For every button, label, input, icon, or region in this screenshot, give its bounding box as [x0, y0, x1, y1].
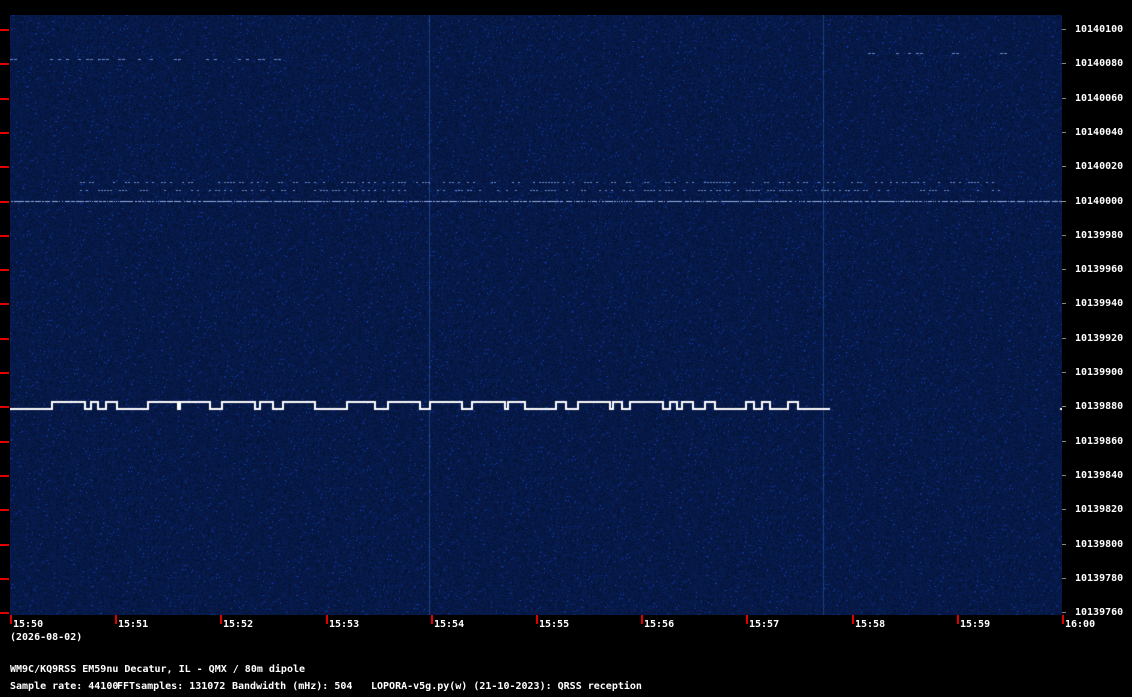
y-tick-label: 10139800: [1075, 539, 1124, 550]
x-tick-label: 15:58: [855, 619, 886, 630]
waterfall-spectrogram: [10, 15, 1062, 615]
y-tick-mark: [0, 406, 9, 408]
y-tick-mark: [0, 63, 9, 65]
y-tick-mark-right: [1062, 372, 1066, 373]
x-tick-label: 15:53: [329, 619, 360, 630]
y-tick-label: 10139880: [1075, 401, 1124, 412]
y-tick-mark-right: [1062, 235, 1066, 236]
y-tick-label: 10140040: [1075, 127, 1124, 138]
y-tick-mark: [0, 303, 9, 305]
x-tick-label: 15:52: [223, 619, 254, 630]
y-tick-label: 10139960: [1075, 264, 1124, 275]
y-tick-mark-right: [1062, 475, 1066, 476]
y-tick-mark: [0, 372, 9, 374]
y-tick-label: 10140080: [1075, 58, 1124, 69]
x-tick-label: 15:50: [13, 619, 44, 630]
y-tick-label: 10140000: [1075, 196, 1124, 207]
y-tick-label: 10139760: [1075, 607, 1124, 618]
x-tick-label: 15:55: [539, 619, 570, 630]
x-tick-mark: [1062, 615, 1064, 624]
x-tick-mark: [10, 615, 12, 624]
x-tick-mark: [641, 615, 643, 624]
y-tick-mark-right: [1062, 509, 1066, 510]
y-tick-mark-right: [1062, 441, 1066, 442]
y-tick-mark-right: [1062, 303, 1066, 304]
x-tick-mark: [957, 615, 959, 624]
y-tick-mark: [0, 235, 9, 237]
y-tick-mark-right: [1062, 98, 1066, 99]
y-tick-mark-right: [1062, 406, 1066, 407]
x-tick-label: 15:59: [960, 619, 991, 630]
y-tick-label: 10139820: [1075, 504, 1124, 515]
y-tick-label: 10139860: [1075, 436, 1124, 447]
y-tick-label: 10140020: [1075, 161, 1124, 172]
x-tick-label: 16:00: [1065, 619, 1096, 630]
x-tick-mark: [431, 615, 433, 624]
y-tick-label: 10139980: [1075, 230, 1124, 241]
y-tick-mark: [0, 509, 9, 511]
y-tick-mark: [0, 29, 9, 31]
station-info: WM9C/KQ9RSS EM59nu Decatur, IL - QMX / 8…: [10, 664, 306, 675]
x-tick-mark: [115, 615, 117, 624]
x-tick-mark: [852, 615, 854, 624]
y-tick-mark: [0, 544, 9, 546]
y-tick-mark: [0, 578, 9, 580]
y-tick-mark-right: [1062, 166, 1066, 167]
x-tick-mark: [326, 615, 328, 624]
y-tick-label: 10139940: [1075, 298, 1124, 309]
y-tick-mark: [0, 475, 9, 477]
y-tick-mark: [0, 338, 9, 340]
software-info: LOPORA-v5g.py(w) (21-10-2023): QRSS rece…: [371, 681, 642, 692]
date-label: (2026-08-02): [10, 632, 83, 643]
y-tick-mark: [0, 269, 9, 271]
y-tick-mark-right: [1062, 612, 1066, 613]
x-tick-label: 15:57: [749, 619, 780, 630]
y-tick-mark: [0, 201, 9, 203]
y-tick-label: 10140060: [1075, 93, 1124, 104]
y-tick-mark-right: [1062, 29, 1066, 30]
y-tick-mark-right: [1062, 201, 1066, 202]
x-tick-label: 15:54: [434, 619, 465, 630]
bandwidth: Bandwidth (mHz): 504: [232, 681, 353, 692]
y-tick-label: 10139840: [1075, 470, 1124, 481]
y-tick-mark-right: [1062, 269, 1066, 270]
x-tick-label: 15:51: [118, 619, 149, 630]
y-tick-mark-right: [1062, 132, 1066, 133]
y-tick-mark-right: [1062, 63, 1066, 64]
y-tick-mark-right: [1062, 578, 1066, 579]
x-tick-mark: [220, 615, 222, 624]
x-tick-mark: [746, 615, 748, 624]
y-tick-mark: [0, 166, 9, 168]
y-tick-mark: [0, 612, 9, 614]
y-tick-label: 10139780: [1075, 573, 1124, 584]
sample-rate: Sample rate: 44100: [10, 681, 119, 692]
y-tick-label: 10139900: [1075, 367, 1124, 378]
y-tick-mark: [0, 132, 9, 134]
y-tick-label: 10139920: [1075, 333, 1124, 344]
x-tick-mark: [536, 615, 538, 624]
x-tick-label: 15:56: [644, 619, 675, 630]
y-tick-mark-right: [1062, 338, 1066, 339]
y-tick-label: 10140100: [1075, 24, 1124, 35]
y-tick-mark: [0, 98, 9, 100]
y-tick-mark: [0, 441, 9, 443]
fft-samples: FFTsamples: 131072: [117, 681, 226, 692]
y-tick-mark-right: [1062, 544, 1066, 545]
